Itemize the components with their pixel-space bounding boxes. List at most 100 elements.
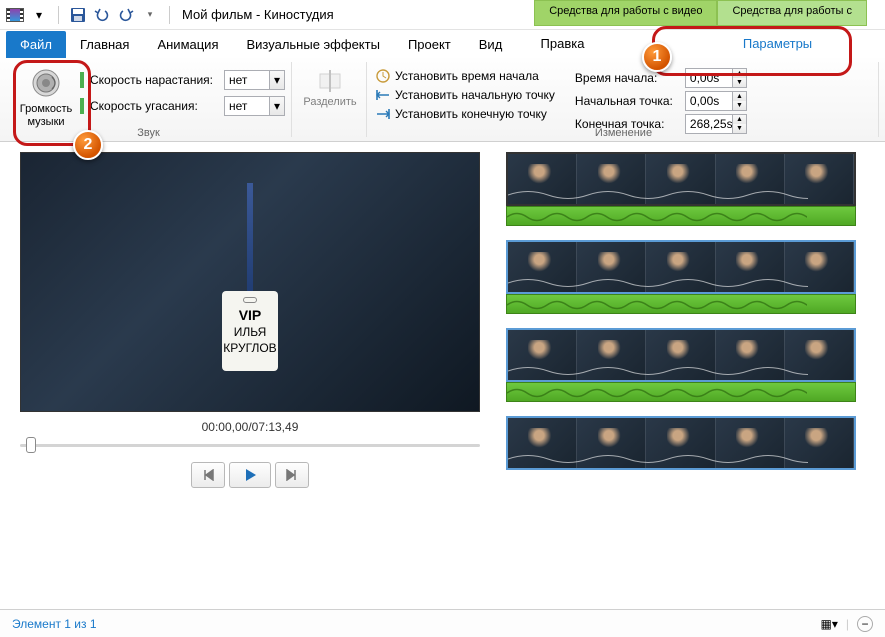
ribbon: Громкость музыки Скорость нарастания: не… [0, 58, 885, 142]
music-volume-label: Громкость музыки [20, 103, 72, 129]
ribbon-group-change: Установить время начала Установить начал… [369, 62, 879, 137]
fade-out-value: нет [225, 99, 269, 113]
tab-video-effects[interactable]: Визуальные эффекты [232, 31, 393, 58]
ribbon-tabs: Файл Главная Анимация Визуальные эффекты… [0, 30, 885, 58]
timecode: 00:00,00/07:13,49 [202, 420, 299, 434]
music-volume-button[interactable]: Громкость музыки [12, 64, 80, 132]
video-frame: VIP ИЛЬЯ КРУГЛОВ [21, 153, 479, 411]
end-point-icon [375, 106, 391, 122]
slider-thumb[interactable] [26, 437, 36, 453]
start-point-row: Начальная точка: 0,00s ▲▼ [575, 91, 747, 111]
tab-home[interactable]: Главная [66, 31, 143, 58]
waveform [508, 186, 808, 204]
start-time-spinner[interactable]: 0,00s ▲▼ [685, 68, 747, 88]
tab-params[interactable]: Параметры [690, 30, 865, 57]
tab-animation[interactable]: Анимация [143, 31, 232, 58]
start-time-label: Время начала: [575, 71, 679, 85]
prev-frame-button[interactable] [191, 462, 225, 488]
clock-icon [375, 68, 391, 84]
video-clip[interactable] [506, 416, 856, 470]
group-label-change: Изменение [369, 127, 878, 139]
redo-icon[interactable] [117, 6, 135, 24]
set-start-point-label: Установить начальную точку [395, 88, 555, 102]
audio-waveform [507, 207, 807, 226]
ribbon-group-split: Разделить [294, 62, 367, 137]
start-time-value: 0,00s [686, 69, 732, 87]
callout-1-badge: 1 [642, 42, 672, 72]
spinner-up-icon[interactable]: ▲ [733, 69, 746, 78]
fade-in-label: Скорость нарастания: [90, 73, 218, 87]
separator [169, 6, 170, 24]
window-title: Мой фильм - Киностудия [182, 7, 334, 22]
timeline-pane[interactable] [500, 142, 885, 607]
context-tab-video[interactable]: Средства для работы с видео [534, 0, 717, 26]
save-icon[interactable] [69, 6, 87, 24]
video-clip[interactable] [506, 328, 856, 382]
spinner-up-icon[interactable]: ▲ [733, 92, 746, 101]
audio-clip[interactable] [506, 294, 856, 314]
vip-badge-graphic: VIP ИЛЬЯ КРУГЛОВ [222, 291, 278, 371]
content-area: VIP ИЛЬЯ КРУГЛОВ 00:00,00/07:13,49 [0, 142, 885, 607]
video-preview[interactable]: VIP ИЛЬЯ КРУГЛОВ [20, 152, 480, 412]
status-right: ▦▾ | − [821, 616, 874, 632]
split-icon [316, 68, 344, 96]
next-frame-button[interactable] [275, 462, 309, 488]
start-point-spinner[interactable]: 0,00s ▲▼ [685, 91, 747, 111]
chevron-down-icon[interactable]: ▾ [269, 71, 284, 89]
video-clip[interactable] [506, 240, 856, 294]
undo-icon[interactable] [93, 6, 111, 24]
tab-project[interactable]: Проект [394, 31, 465, 58]
separator [58, 6, 59, 24]
context-tabs: Средства для работы с видео Средства для… [534, 0, 867, 26]
fade-out-icon [80, 98, 84, 114]
fade-in-row: Скорость нарастания: нет ▾ [80, 70, 285, 90]
start-point-value: 0,00s [686, 92, 732, 110]
start-point-icon [375, 87, 391, 103]
chevron-down-icon[interactable]: ▾ [269, 97, 284, 115]
thumbnails-view-icon[interactable]: ▦▾ [821, 617, 838, 631]
set-start-time-label: Установить время начала [395, 69, 539, 83]
context-tab-audio[interactable]: Средства для работы с [717, 0, 867, 26]
speaker-icon [30, 67, 62, 99]
lanyard-graphic [247, 183, 253, 303]
fade-in-icon [80, 72, 84, 88]
slider-track-line [20, 444, 480, 447]
set-end-point-label: Установить конечную точку [395, 107, 547, 121]
spinner-down-icon[interactable]: ▼ [733, 101, 746, 110]
clip-row[interactable] [506, 152, 856, 226]
fade-in-value: нет [225, 73, 269, 87]
seek-slider[interactable] [20, 438, 480, 452]
clip-row[interactable] [506, 240, 856, 314]
audio-clip[interactable] [506, 382, 856, 402]
app-icon[interactable] [6, 6, 24, 24]
fade-out-row: Скорость угасания: нет ▾ [80, 96, 285, 116]
video-clip[interactable] [506, 152, 856, 206]
play-button[interactable] [229, 462, 271, 488]
tab-file[interactable]: Файл [6, 31, 66, 58]
clip-row[interactable] [506, 416, 856, 470]
start-point-label: Начальная точка: [575, 94, 679, 108]
spinner-up-icon[interactable]: ▲ [733, 115, 746, 124]
titlebar: ▾ ▾ Мой фильм - Киностудия Средства для … [0, 0, 885, 30]
split-button[interactable]: Разделить [300, 64, 360, 109]
audio-clip[interactable] [506, 206, 856, 226]
play-controls [191, 462, 309, 488]
fade-out-combo[interactable]: нет ▾ [224, 96, 285, 116]
preview-pane: VIP ИЛЬЯ КРУГЛОВ 00:00,00/07:13,49 [0, 142, 500, 607]
quick-access-toolbar: ▾ ▾ [6, 6, 174, 24]
tab-edit[interactable]: Правка [480, 30, 645, 57]
qat-more-icon[interactable]: ▾ [141, 6, 159, 24]
status-text: Элемент 1 из 1 [12, 617, 97, 631]
ribbon-group-sound: Громкость музыки Скорость нарастания: не… [6, 62, 292, 137]
qat-dropdown-icon[interactable]: ▾ [30, 6, 48, 24]
callout-2-badge: 2 [73, 130, 103, 160]
set-start-time-button[interactable]: Установить время начала [375, 68, 555, 84]
clip-row[interactable] [506, 328, 856, 402]
spinner-down-icon[interactable]: ▼ [733, 78, 746, 87]
set-start-point-button[interactable]: Установить начальную точку [375, 87, 555, 103]
zoom-out-button[interactable]: − [857, 616, 873, 632]
statusbar: Элемент 1 из 1 ▦▾ | − [0, 609, 885, 637]
fade-in-combo[interactable]: нет ▾ [224, 70, 285, 90]
set-end-point-button[interactable]: Установить конечную точку [375, 106, 555, 122]
split-label: Разделить [303, 96, 356, 109]
